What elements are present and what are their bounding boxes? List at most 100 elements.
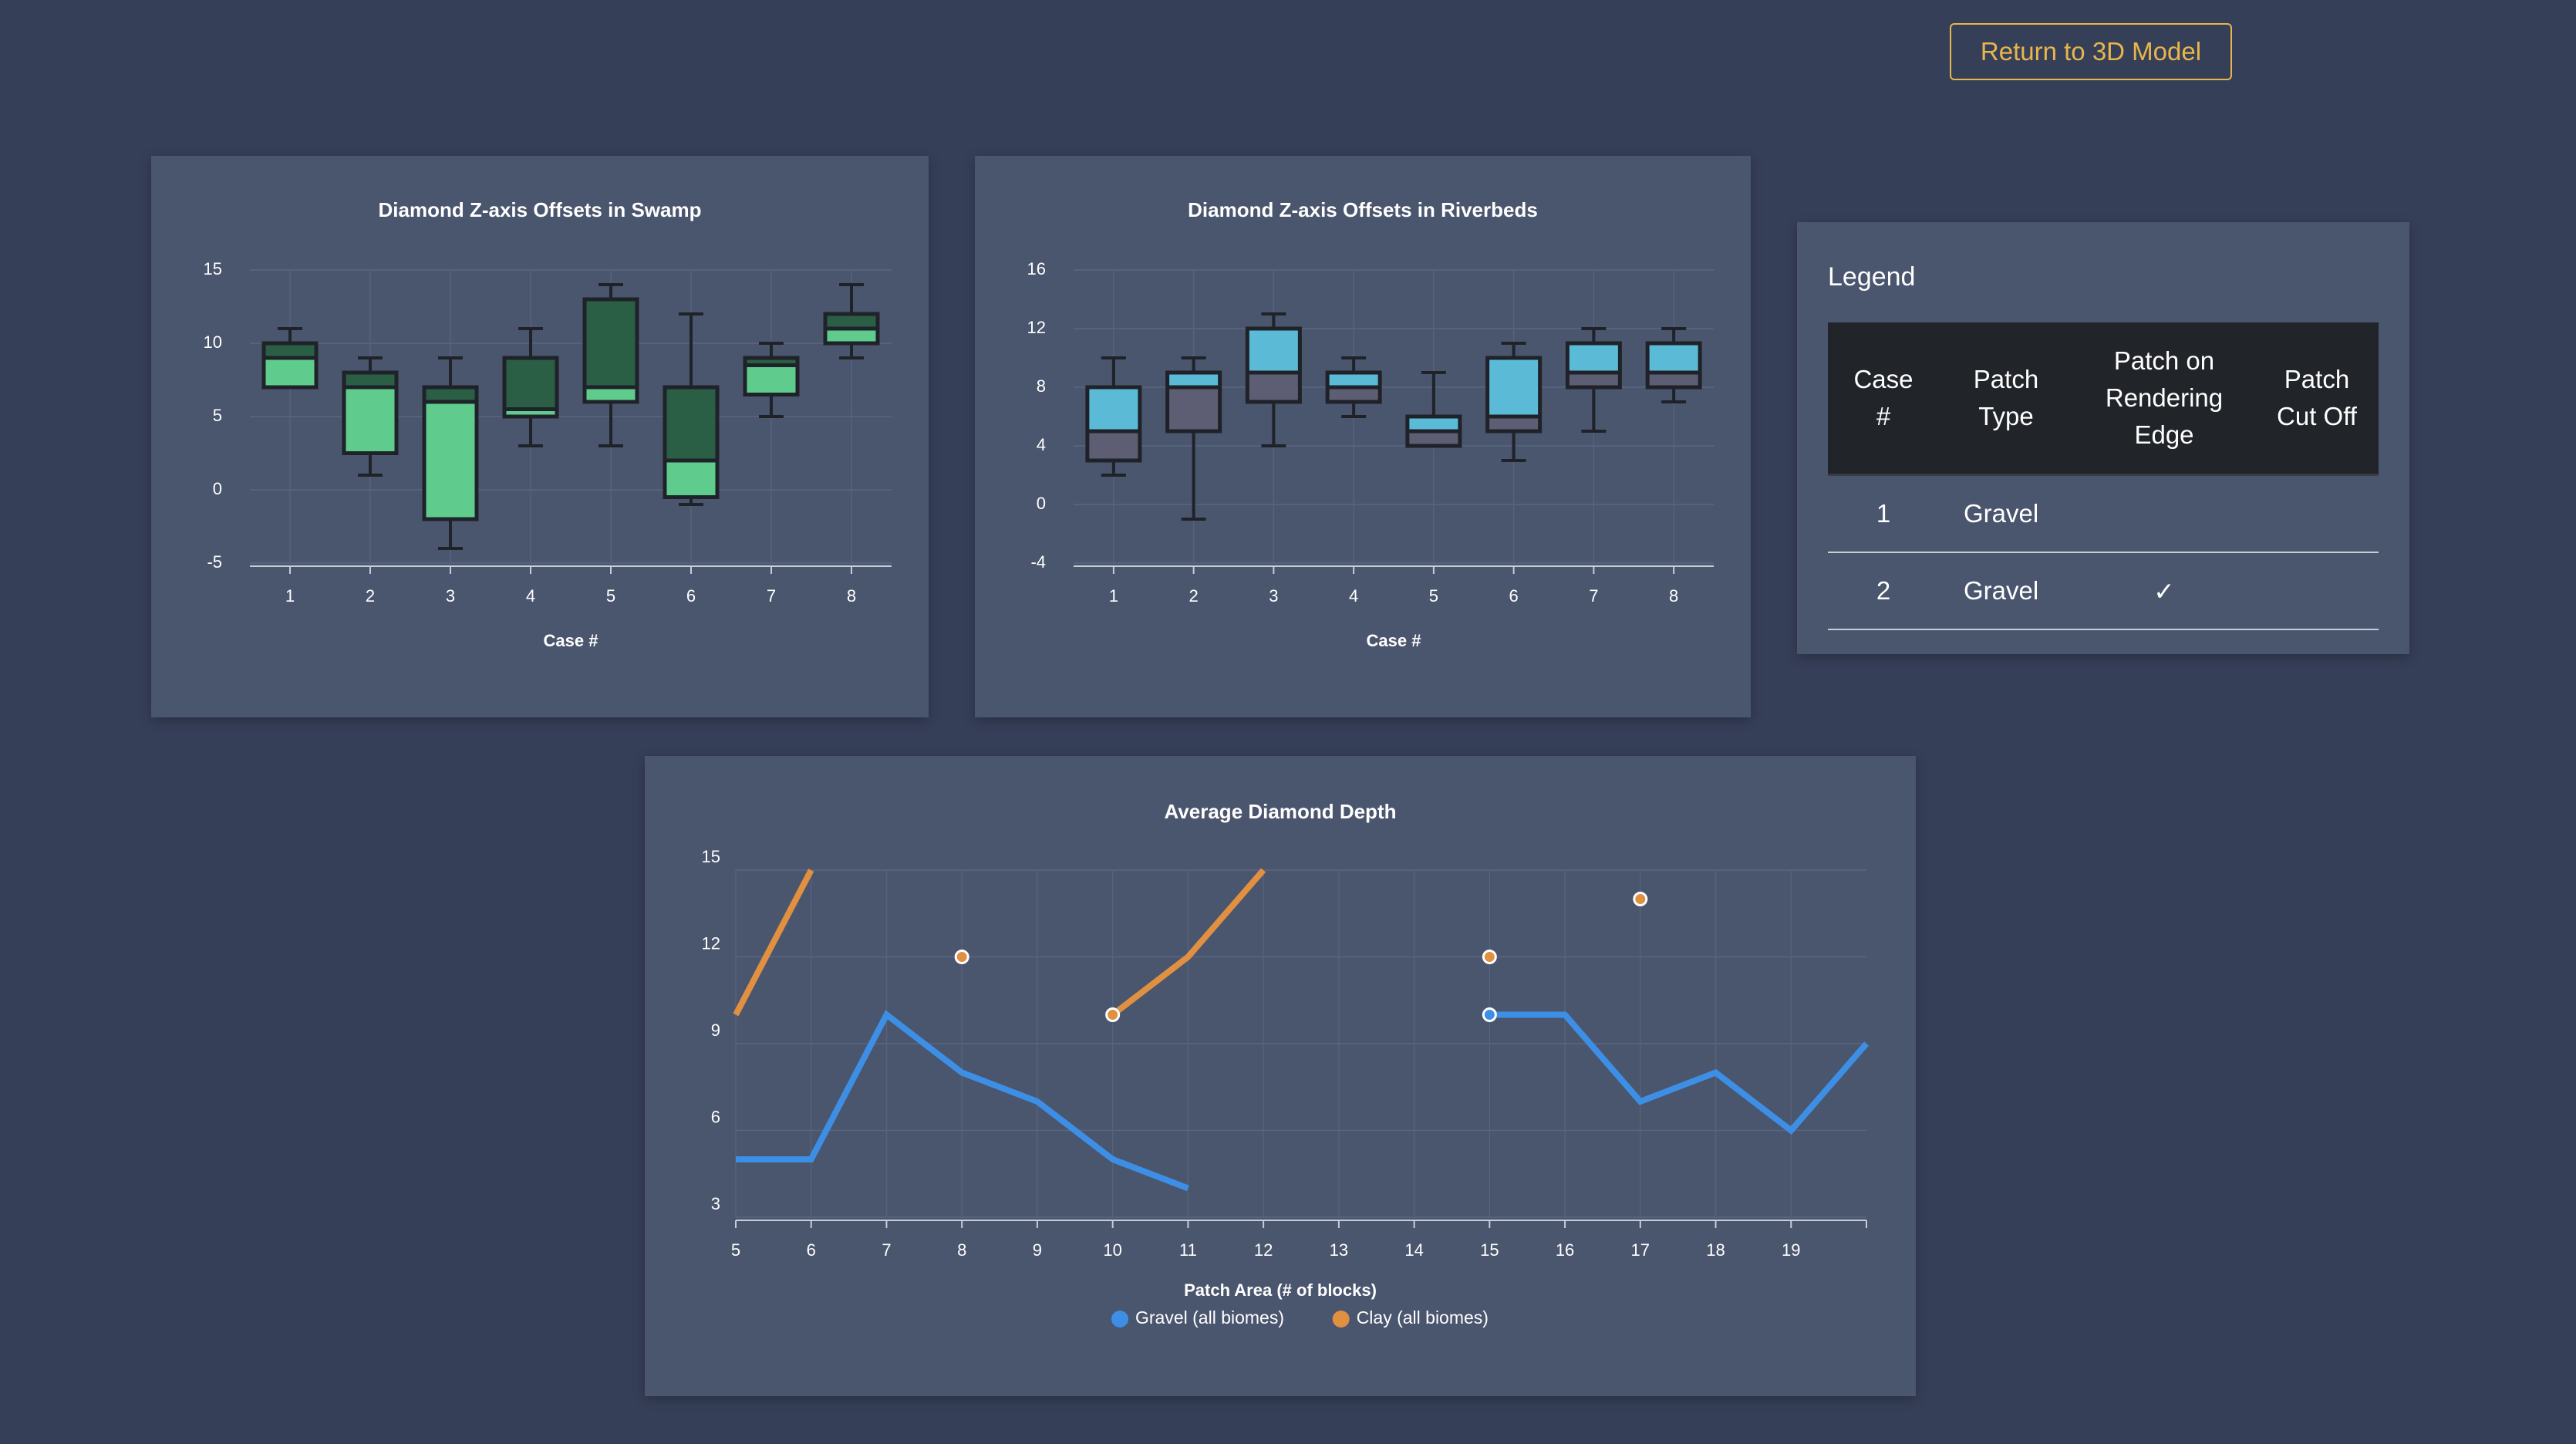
x-tick-label: 4 [1349,586,1358,606]
box-lower-half [424,402,477,519]
swamp-offsets-chart-panel: Diamond Z-axis Offsets in Swamp -5 0 5 10 15 1… [151,156,929,717]
box-lower-half [665,461,717,498]
box-lower-half [1647,373,1701,387]
x-tick-label: 3 [1269,586,1278,606]
x-tick-label: 16 [1556,1240,1574,1260]
x-tick-label: 6 [686,586,696,606]
y-tick-label: 10 [204,332,222,352]
chart-legend: Gravel (all biomes) Clay (all biomes) [1111,1307,1489,1328]
legend-edge-cell [2073,474,2255,553]
box-lower-half [1407,431,1460,446]
x-tick-label: 9 [1033,1240,1042,1260]
legend-edge-cell: ✓ [2073,552,2255,630]
legend-header-edge: Patch on Rendering Edge [2073,322,2255,476]
legend-header-text: Patch on [2113,346,2215,375]
y-tick-label: 15 [204,259,222,278]
box-lower-half [1327,387,1381,402]
box-upper-half [1567,343,1620,373]
box-upper-half [1087,387,1140,431]
x-axis-label: Case # [544,631,598,650]
box-lower-half [344,387,396,454]
y-tick-label: 0 [1037,494,1046,513]
y-tick-label: 6 [711,1107,720,1126]
box-upper-half [1647,343,1701,373]
chart-title: Average Diamond Depth [1165,800,1397,823]
legend-cutoff-cell [2255,474,2379,553]
legend-header-row: Case # Patch Type Patch on Rendering Edge Pa… [1828,322,2379,476]
box-upper-half [1407,417,1460,431]
legend-header-text: Type [1978,402,2034,430]
average-depth-chart: Average Diamond Depth 3 6 9 12 15 5 6 7 8 9 10 11 12 1… [702,800,1870,1328]
y-tick-label: 4 [1037,435,1046,454]
legend-header-cutoff: Patch Cut Off [2255,322,2379,476]
legend-header-text: Case [1853,365,1913,393]
x-tick-label: 10 [1103,1240,1121,1260]
legend-label: Clay (all biomes) [1357,1307,1489,1328]
legend-header-text: Rendering [2105,383,2224,412]
x-tick-label: 15 [1480,1240,1499,1260]
series-line [733,869,814,1017]
x-tick-label: 1 [285,586,295,606]
series-line [1489,1011,1870,1135]
box-lower-half [264,358,316,387]
box-lower-half [745,365,797,395]
x-tick-label: 8 [847,586,856,606]
x-tick-label: 13 [1330,1240,1348,1260]
box-upper-half [585,299,637,387]
riverbeds-offsets-chart: Diamond Z-axis Offsets in Riverbeds -4 0 4 8… [1027,198,1714,650]
legend-header-text: Cut Off [2277,402,2357,430]
legend-header-case: Case # [1828,322,1939,476]
legend-type-cell: Gravel [1939,552,2073,630]
y-tick-label: 3 [711,1194,720,1213]
x-tick-label: 5 [606,586,615,606]
legend-row: 2 Gravel ✓ [1828,552,2379,630]
series-point [954,950,969,964]
legend-header-type: Patch Type [1939,322,2073,476]
legend-cutoff-cell [2255,552,2379,630]
x-tick-label: 8 [957,1240,966,1260]
box-lower-half [1487,417,1540,431]
box-upper-half [825,314,878,329]
x-tick-label: 3 [446,586,455,606]
legend-panel: Legend Case # Patch Type Patch on Rendering… [1797,222,2409,654]
box-lower-half [1167,387,1220,431]
return-to-3d-model-button[interactable]: Return to 3D Model [1950,23,2232,80]
x-tick-label: 4 [526,586,535,606]
legend-table: Case # Patch Type Patch on Rendering Edge Pa… [1828,322,2379,630]
y-tick-label: 0 [213,479,222,498]
x-tick-label: 17 [1631,1240,1650,1260]
x-tick-label: 7 [1589,586,1598,606]
riverbeds-offsets-chart-panel: Diamond Z-axis Offsets in Riverbeds -4 0 4 8… [975,156,1751,717]
box-upper-half [504,358,557,410]
legend-case-cell: 1 [1828,474,1939,553]
x-tick-label: 11 [1179,1240,1197,1260]
y-tick-label: 16 [1027,259,1046,278]
x-tick-label: 2 [1189,586,1199,606]
legend-header-text: Edge [2134,420,2194,449]
swamp-offsets-chart: Diamond Z-axis Offsets in Swamp-50510151… [204,198,892,650]
legend-type-cell: Gravel [1939,474,2073,553]
legend-label: Gravel (all biomes) [1135,1307,1284,1328]
chart-title: Diamond Z-axis Offsets in Swamp [379,198,702,221]
series-point [1482,950,1497,964]
x-tick-label: 5 [731,1240,740,1260]
x-tick-label: 19 [1782,1240,1800,1260]
x-tick-label: 18 [1706,1240,1725,1260]
x-axis-label: Patch Area (# of blocks) [1184,1280,1377,1300]
box-lower-half [1567,373,1620,387]
chart-title: Diamond Z-axis Offsets in Riverbeds [1188,198,1538,221]
legend-marker [1332,1311,1350,1328]
legend-header-text: Patch [2284,365,2350,393]
box-upper-half [1327,373,1381,387]
legend-header-text: # [1876,402,1891,430]
legend-title: Legend [1828,262,1916,292]
y-tick-label: 8 [1037,376,1046,396]
legend-header-text: Patch [1973,365,2039,393]
box-lower-half [1247,373,1300,402]
box-upper-half [264,343,316,358]
x-tick-label: 8 [1669,586,1678,606]
y-tick-label: -4 [1030,552,1046,572]
box-lower-half [585,387,637,402]
box-upper-half [1167,373,1220,387]
box-upper-half [344,373,396,387]
